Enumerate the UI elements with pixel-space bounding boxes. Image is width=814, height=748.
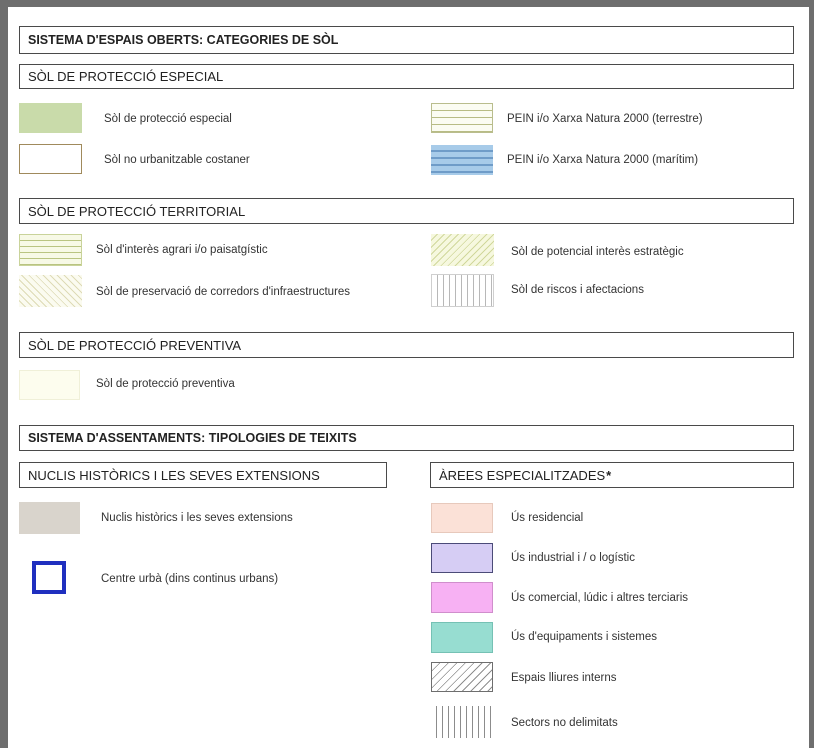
subsection-header-proteccio-preventiva: SÒL DE PROTECCIÓ PREVENTIVA xyxy=(19,332,794,358)
legend-swatch-nuclis xyxy=(19,502,80,534)
subsection-header-proteccio-territorial: SÒL DE PROTECCIÓ TERRITORIAL xyxy=(19,198,794,224)
window-frame-top xyxy=(0,0,814,7)
legend-label: Centre urbà (dins continus urbans) xyxy=(101,573,279,585)
subsection-header-nuclis: NUCLIS HISTÒRICS I LES SEVES EXTENSIONS xyxy=(19,462,387,488)
subsection-title: SÒL DE PROTECCIÓ ESPECIAL xyxy=(28,69,224,84)
legend-label: Sòl de potencial interès estratègic xyxy=(511,246,684,258)
legend-swatch-equipaments xyxy=(431,622,493,653)
legend-swatch-pein-maritim xyxy=(431,145,493,175)
subsection-title: SÒL DE PROTECCIÓ PREVENTIVA xyxy=(28,337,242,353)
legend-label: Nuclis històrics i les seves extensions xyxy=(101,512,293,524)
legend-label: Sòl de riscos i afectacions xyxy=(511,284,644,296)
legend-swatch-comercial xyxy=(431,582,493,613)
window-frame-left xyxy=(0,0,8,748)
legend-swatch-riscos xyxy=(431,274,494,307)
subsection-header-proteccio-especial: SÒL DE PROTECCIÓ ESPECIAL xyxy=(19,64,794,89)
legend-label: Ús industrial i / o logístic xyxy=(511,552,635,564)
legend-label: Sòl de protecció preventiva xyxy=(96,378,235,390)
subsection-title: ÀREES ESPECIALITZADES xyxy=(439,467,606,483)
subsection-title: NUCLIS HISTÒRICS I LES SEVES EXTENSIONS xyxy=(28,467,320,483)
legend-swatch-pein-terrestre xyxy=(431,103,493,133)
subsection-title: SÒL DE PROTECCIÓ TERRITORIAL xyxy=(28,203,246,219)
title-asterisk: * xyxy=(606,467,612,483)
legend-swatch-corredors xyxy=(19,275,82,307)
legend-label: Sòl de protecció especial xyxy=(104,113,232,125)
legend-swatch-potencial xyxy=(431,234,494,266)
legend-swatch-espais-lliures xyxy=(431,662,493,692)
legend-label: Sòl no urbanitzable costaner xyxy=(104,154,250,166)
section-title: SISTEMA D'ASSENTAMENTS: TIPOLOGIES DE TE… xyxy=(28,431,357,445)
legend-label: Sòl de preservació de corredors d'infrae… xyxy=(96,286,351,298)
window-frame-right xyxy=(809,0,814,748)
legend-swatch-sectors xyxy=(431,706,493,738)
legend-swatch-proteccio-especial xyxy=(19,103,82,133)
legend-swatch-industrial xyxy=(431,543,493,573)
legend-swatch-centre-urba xyxy=(32,561,66,594)
legend-label: Espais lliures interns xyxy=(511,672,617,684)
legend-swatch-preventiva xyxy=(19,370,80,400)
section-header-espais-oberts: SISTEMA D'ESPAIS OBERTS: CATEGORIES DE S… xyxy=(19,26,794,54)
legend-swatch-residencial xyxy=(431,503,493,533)
legend-label: Ús residencial xyxy=(511,512,584,524)
section-title: SISTEMA D'ESPAIS OBERTS: CATEGORIES DE S… xyxy=(28,33,339,47)
legend-label: Ús d'equipaments i sistemes xyxy=(511,631,658,643)
subsection-header-arees: ÀREES ESPECIALITZADES * xyxy=(430,462,794,488)
legend-label: PEIN i/o Xarxa Natura 2000 (terrestre) xyxy=(507,113,703,125)
legend-label: Ús comercial, lúdic i altres terciaris xyxy=(511,592,689,604)
section-header-assentaments: SISTEMA D'ASSENTAMENTS: TIPOLOGIES DE TE… xyxy=(19,425,794,451)
legend-label: PEIN i/o Xarxa Natura 2000 (marítim) xyxy=(507,154,699,166)
legend-label: Sòl d'interès agrari i/o paisatgístic xyxy=(96,244,268,256)
legend-swatch-agrari xyxy=(19,234,82,266)
legend-swatch-costaner xyxy=(19,144,82,174)
legend-label: Sectors no delimitats xyxy=(511,717,618,729)
